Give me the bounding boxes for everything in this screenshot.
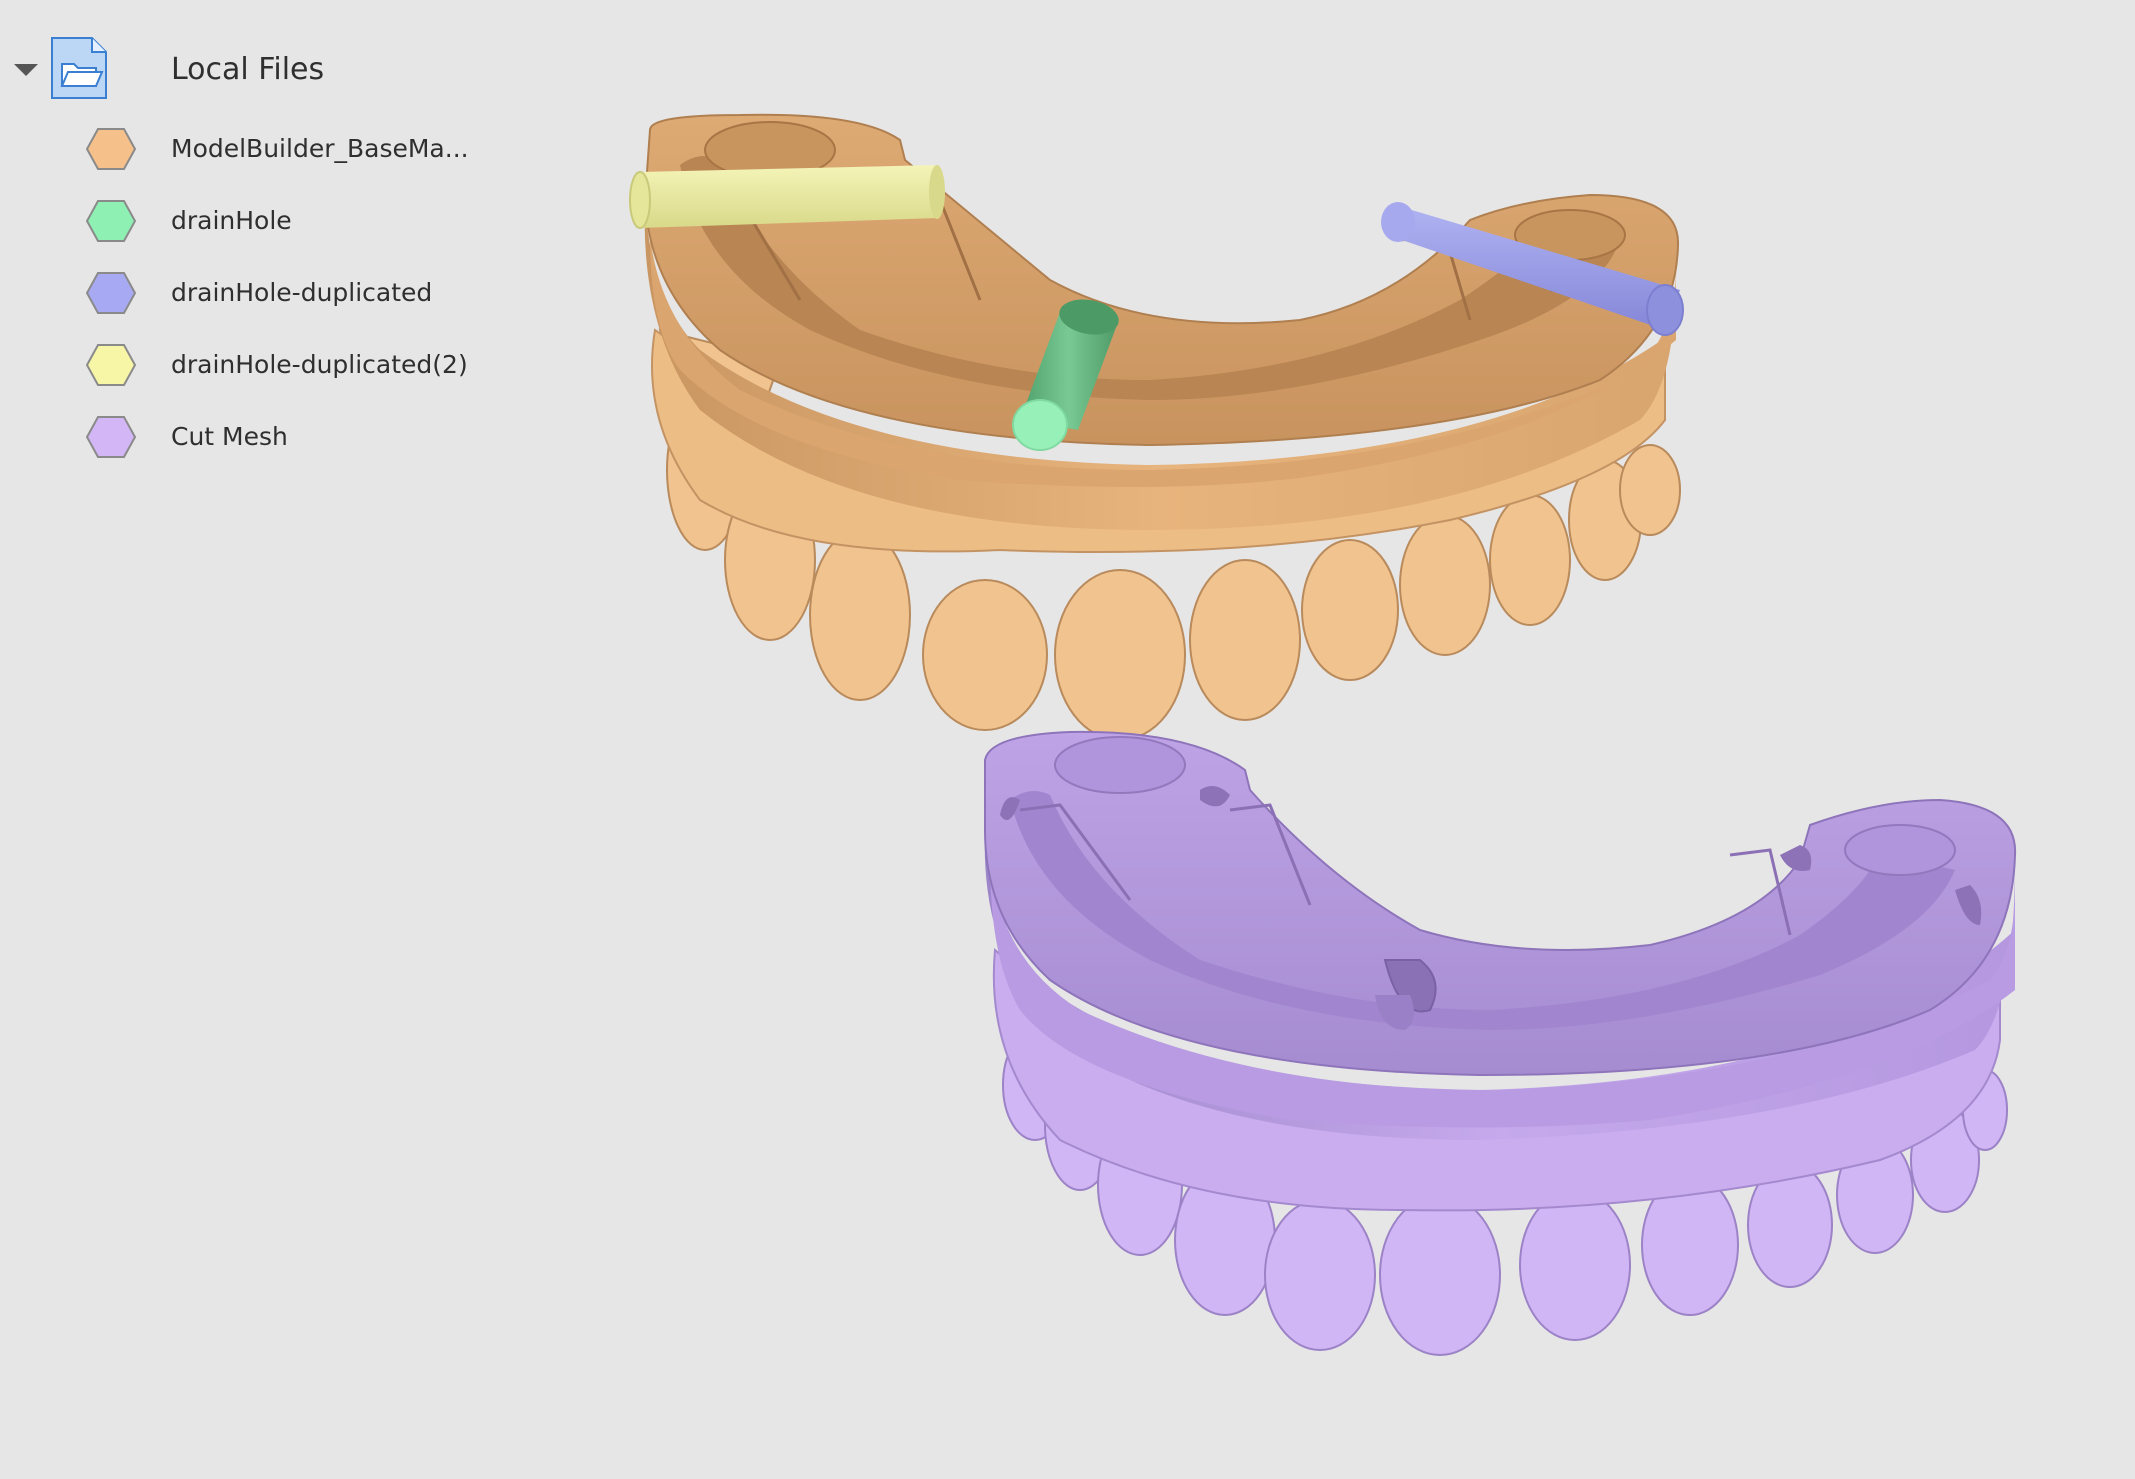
tree-item-label: Cut Mesh — [171, 422, 288, 451]
hexagon-icon — [86, 344, 136, 386]
hexagon-icon — [86, 272, 136, 314]
tree-item-cut-mesh[interactable]: Cut Mesh — [0, 406, 500, 466]
hexagon-icon — [86, 416, 136, 458]
chevron-down-icon[interactable] — [14, 64, 38, 76]
tree-item-drainhole-duplicated-2[interactable]: drainHole-duplicated(2) — [0, 334, 500, 394]
tree-item-drainhole-duplicated[interactable]: drainHole-duplicated — [0, 262, 500, 322]
tree-item-label: ModelBuilder_BaseMa... — [171, 134, 469, 163]
tree-item-label: drainHole-duplicated — [171, 278, 433, 307]
tree-root-local-files[interactable]: Local Files — [0, 30, 500, 108]
cylinder-drainhole-duplicated-2[interactable] — [629, 165, 945, 229]
tree-item-drainhole[interactable]: drainHole — [0, 190, 500, 250]
hexagon-icon — [86, 128, 136, 170]
purple-right-cup — [1844, 824, 1956, 876]
model-cut-mesh[interactable] — [984, 730, 2017, 1356]
tree-item-modelbuilder-base[interactable]: ModelBuilder_BaseMa... — [0, 118, 500, 178]
folder-icon — [51, 37, 107, 99]
hexagon-icon — [86, 200, 136, 242]
tree-item-label: drainHole — [171, 206, 292, 235]
purple-left-cup — [1054, 736, 1186, 794]
tree-root-label: Local Files — [171, 52, 325, 87]
tree-item-label: drainHole-duplicated(2) — [171, 350, 468, 379]
